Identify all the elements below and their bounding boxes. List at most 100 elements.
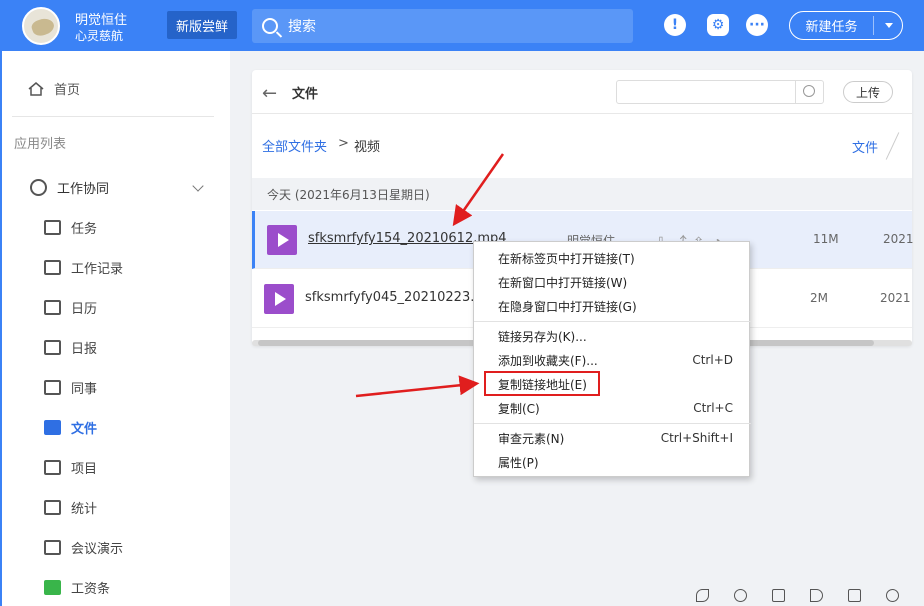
file-search-input[interactable] <box>616 80 824 104</box>
sidebar-item-calendar[interactable]: 日历 <box>44 297 224 317</box>
menu-item-label: 复制(C) <box>498 401 540 416</box>
date-group-header: 今天 (2021年6月13日星期日) <box>252 178 912 210</box>
file-date: 2021-0 <box>883 232 913 246</box>
trash-icon[interactable] <box>772 589 785 602</box>
search-icon[interactable] <box>795 81 823 103</box>
sidebar-item-label: 同事 <box>71 381 98 397</box>
sidebar-group-collab[interactable]: 工作协同 <box>30 178 204 197</box>
menu-separator <box>474 321 751 322</box>
divider <box>885 132 900 160</box>
project-icon <box>44 459 61 475</box>
sidebar-item-label: 文件 <box>71 421 98 437</box>
sidebar-item-label: 任务 <box>71 221 98 237</box>
meeting-icon <box>44 539 61 555</box>
menu-item-open-new-window[interactable]: 在新窗口中打开链接(W) <box>474 270 751 294</box>
folder-icon <box>44 419 61 435</box>
breadcrumb-separator: > <box>338 136 349 151</box>
speaker-icon[interactable] <box>810 589 823 602</box>
create-task-label: 新建任务 <box>790 16 874 35</box>
menu-item-label: 添加到收藏夹(F)... <box>498 353 598 368</box>
colleague-icon <box>44 379 61 395</box>
sidebar-item-project[interactable]: 项目 <box>44 457 224 477</box>
menu-shortcut: Ctrl+C <box>693 401 733 415</box>
user-subtitle: 心灵慈航 <box>75 29 124 43</box>
calendar-icon <box>44 299 61 315</box>
alert-icon[interactable]: ! <box>664 14 686 36</box>
file-size: 2M <box>810 291 828 305</box>
sidebar-item-meeting[interactable]: 会议演示 <box>44 537 224 557</box>
menu-item-open-incognito[interactable]: 在隐身窗口中打开链接(G) <box>474 294 751 318</box>
video-file-icon <box>267 225 297 255</box>
menu-item-copy[interactable]: 复制(C) Ctrl+C <box>474 396 751 420</box>
video-file-icon <box>264 284 294 314</box>
sidebar-item-label: 首页 <box>54 83 81 98</box>
section-title: 应用列表 <box>14 137 67 152</box>
top-bar: 明觉恒住 心灵慈航 新版尝鲜 搜索 ! ⚙ ··· 新建任务 <box>0 0 924 51</box>
menu-item-save-link[interactable]: 链接另存为(K)... <box>474 324 751 348</box>
search-icon[interactable] <box>886 589 899 602</box>
window-icon[interactable] <box>848 589 861 602</box>
chat-icon[interactable]: ··· <box>746 14 768 36</box>
menu-item-label: 链接另存为(K)... <box>498 329 587 344</box>
breadcrumb-root[interactable]: 全部文件夹 <box>262 136 327 155</box>
search-icon <box>262 18 278 34</box>
sidebar-item-label: 统计 <box>71 501 98 517</box>
page-title: 文件 <box>292 87 319 102</box>
sidebar-item-record[interactable]: 工作记录 <box>44 257 224 277</box>
divider <box>12 116 214 117</box>
sidebar-group-label: 工作协同 <box>57 182 110 197</box>
sidebar-item-label: 日报 <box>71 341 98 357</box>
menu-item-label: 在新标签页中打开链接(T) <box>498 251 635 266</box>
sidebar-item-label: 项目 <box>71 461 98 477</box>
sidebar-item-stats[interactable]: 统计 <box>44 497 224 517</box>
new-version-button[interactable]: 新版尝鲜 <box>167 11 237 39</box>
user-circle-icon <box>30 179 47 196</box>
menu-item-label: 审查元素(N) <box>498 431 565 446</box>
menu-item-label: 在新窗口中打开链接(W) <box>498 275 628 290</box>
breadcrumb: 全部文件夹 > 视频 文件 <box>252 115 912 177</box>
menu-shortcut: Ctrl+Shift+I <box>660 431 733 445</box>
menu-shortcut: Ctrl+D <box>692 353 733 367</box>
search-input[interactable]: 搜索 <box>252 9 633 43</box>
breadcrumb-current: 视频 <box>354 140 381 155</box>
task-icon <box>44 219 61 235</box>
payslip-icon <box>44 579 61 595</box>
refresh-icon[interactable] <box>734 589 747 602</box>
panel-header: ← 文件 上传 <box>252 70 912 114</box>
upload-button[interactable]: 上传 <box>843 81 893 103</box>
context-menu: 在新标签页中打开链接(T) 在新窗口中打开链接(W) 在隐身窗口中打开链接(G)… <box>473 241 751 477</box>
annotation-arrow-menu <box>355 375 480 398</box>
rocket-icon[interactable] <box>696 589 709 602</box>
menu-item-properties[interactable]: 属性(P) <box>474 450 751 474</box>
avatar[interactable] <box>22 7 60 45</box>
search-placeholder: 搜索 <box>288 19 316 35</box>
sidebar-item-report[interactable]: 日报 <box>44 337 224 357</box>
annotation-highlight-box <box>484 371 600 396</box>
file-size: 11M <box>813 232 839 246</box>
sidebar-item-payslip[interactable]: 工资条 <box>44 577 224 597</box>
report-icon <box>44 339 61 355</box>
back-arrow-icon[interactable]: ← <box>262 83 277 104</box>
file-date: 2021-0 <box>880 291 910 305</box>
menu-item-label: 属性(P) <box>498 455 539 470</box>
menu-item-add-favorite[interactable]: 添加到收藏夹(F)... Ctrl+D <box>474 348 751 372</box>
stats-icon <box>44 499 61 515</box>
sidebar-item-home[interactable]: 首页 <box>28 79 80 98</box>
chevron-down-icon[interactable] <box>885 23 893 28</box>
sidebar-item-task[interactable]: 任务 <box>44 217 224 237</box>
sidebar-item-label: 工作记录 <box>71 261 124 277</box>
create-task-button[interactable]: 新建任务 <box>789 11 903 40</box>
sidebar-item-colleague[interactable]: 同事 <box>44 377 224 397</box>
record-icon <box>44 259 61 275</box>
sidebar: 首页 应用列表 工作协同 任务 工作记录 日历 日报 同事 文件 项目 统计 会… <box>0 51 230 606</box>
user-name[interactable]: 明觉恒住 <box>75 9 127 28</box>
gear-icon[interactable]: ⚙ <box>707 14 729 36</box>
type-filter[interactable]: 文件 <box>852 137 878 156</box>
sidebar-item-files[interactable]: 文件 <box>44 417 224 437</box>
chevron-down-icon <box>192 179 204 192</box>
menu-item-inspect[interactable]: 审查元素(N) Ctrl+Shift+I <box>474 426 751 450</box>
sidebar-item-label: 工资条 <box>71 581 111 597</box>
menu-separator <box>474 423 751 424</box>
menu-item-open-new-tab[interactable]: 在新标签页中打开链接(T) <box>474 246 751 270</box>
sidebar-item-label: 会议演示 <box>71 541 124 557</box>
